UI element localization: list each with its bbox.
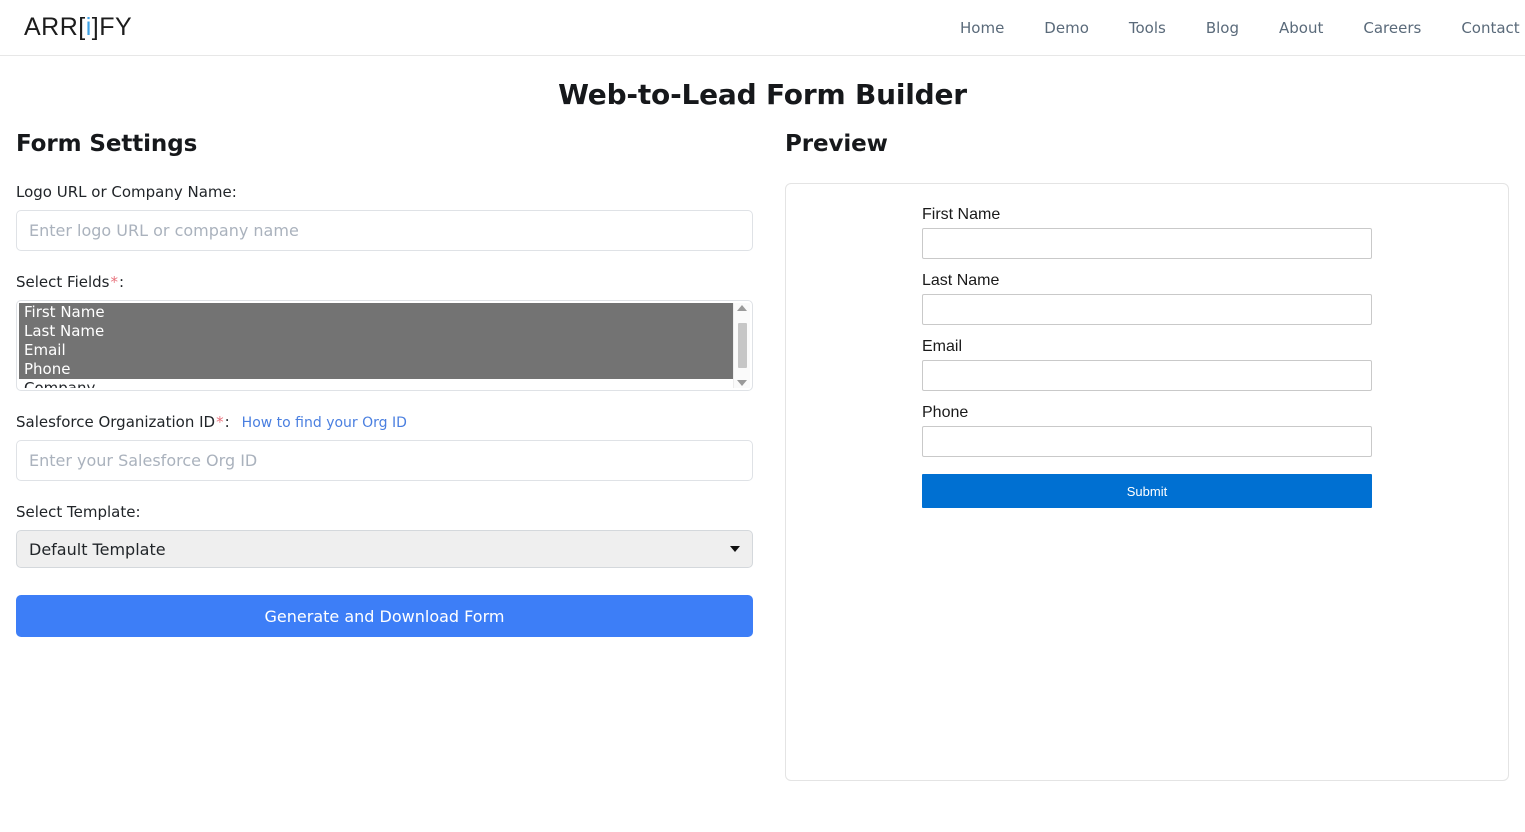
generate-and-download-button[interactable]: Generate and Download Form <box>16 595 753 637</box>
nav-item-tools[interactable]: Tools <box>1109 19 1186 37</box>
org-id-label-text: Salesforce Organization ID <box>16 413 215 431</box>
required-asterisk: * <box>215 413 225 431</box>
preview-panel-container: Preview First Name Last Name Email Phone… <box>769 131 1525 781</box>
select-fields-listbox[interactable]: First Name Last Name Email Phone Company <box>16 300 753 391</box>
nav-item-contact[interactable]: Contact <box>1441 19 1525 37</box>
preview-label-email: Email <box>922 338 1372 356</box>
org-id-label: Salesforce Organization ID*: How to find … <box>16 413 753 431</box>
logo-field-label: Logo URL or Company Name: <box>16 183 753 201</box>
list-item[interactable]: Last Name <box>19 322 733 341</box>
select-fields-label-text: Select Fields <box>16 273 109 291</box>
select-fields-label-suffix: : <box>119 273 124 291</box>
form-settings-panel: Form Settings Logo URL or Company Name: … <box>0 131 769 781</box>
preview-form: First Name Last Name Email Phone Submit <box>922 206 1372 508</box>
template-label: Select Template: <box>16 503 753 521</box>
logo-field-group: Logo URL or Company Name: <box>16 183 753 251</box>
template-select[interactable]: Default Template <box>16 530 753 568</box>
select-fields-label: Select Fields*: <box>16 273 753 291</box>
preview-panel: First Name Last Name Email Phone Submit <box>785 183 1509 781</box>
preview-label-last-name: Last Name <box>922 272 1372 290</box>
page-title: Web-to-Lead Form Builder <box>0 78 1525 111</box>
preview-label-phone: Phone <box>922 404 1372 422</box>
nav-item-demo[interactable]: Demo <box>1024 19 1109 37</box>
template-select-wrapper: Default Template <box>16 530 753 568</box>
preview-input-first-name[interactable] <box>922 228 1372 259</box>
nav-item-about[interactable]: About <box>1259 19 1343 37</box>
preview-input-phone[interactable] <box>922 426 1372 457</box>
list-item[interactable]: First Name <box>19 303 733 322</box>
form-settings-heading: Form Settings <box>16 131 753 157</box>
main-navigation: Home Demo Tools Blog About Careers Conta… <box>940 0 1525 56</box>
brand-prefix: ARR[ <box>24 13 86 41</box>
logo-url-input[interactable] <box>16 210 753 251</box>
template-field-group: Select Template: Default Template <box>16 503 753 568</box>
nav-item-blog[interactable]: Blog <box>1186 19 1259 37</box>
preview-heading: Preview <box>785 131 1509 157</box>
org-id-help-link[interactable]: How to find your Org ID <box>242 415 407 431</box>
list-item[interactable]: Company <box>19 379 733 388</box>
brand-suffix: ]FY <box>92 13 132 41</box>
list-item[interactable]: Email <box>19 341 733 360</box>
listbox-scrollbar[interactable] <box>733 303 750 388</box>
org-id-field-group: Salesforce Organization ID*: How to find … <box>16 413 753 481</box>
preview-submit-button[interactable]: Submit <box>922 474 1372 508</box>
scroll-down-arrow-icon[interactable] <box>737 380 747 386</box>
main-content: Form Settings Logo URL or Company Name: … <box>0 131 1525 781</box>
nav-item-careers[interactable]: Careers <box>1343 19 1441 37</box>
list-item[interactable]: Phone <box>19 360 733 379</box>
preview-label-first-name: First Name <box>922 206 1372 224</box>
org-id-input[interactable] <box>16 440 753 481</box>
preview-input-email[interactable] <box>922 360 1372 391</box>
org-id-label-suffix: : <box>225 413 230 431</box>
scrollbar-thumb[interactable] <box>738 323 747 368</box>
nav-item-home[interactable]: Home <box>940 19 1024 37</box>
scroll-up-arrow-icon[interactable] <box>737 305 747 311</box>
preview-input-last-name[interactable] <box>922 294 1372 325</box>
required-asterisk: * <box>109 273 119 291</box>
select-fields-group: Select Fields*: First Name Last Name Ema… <box>16 273 753 391</box>
brand-logo[interactable]: ARR[i]FY <box>24 13 132 42</box>
template-select-value: Default Template <box>29 540 166 559</box>
select-fields-options: First Name Last Name Email Phone Company <box>19 303 733 388</box>
site-header: ARR[i]FY Home Demo Tools Blog About Care… <box>0 0 1525 56</box>
